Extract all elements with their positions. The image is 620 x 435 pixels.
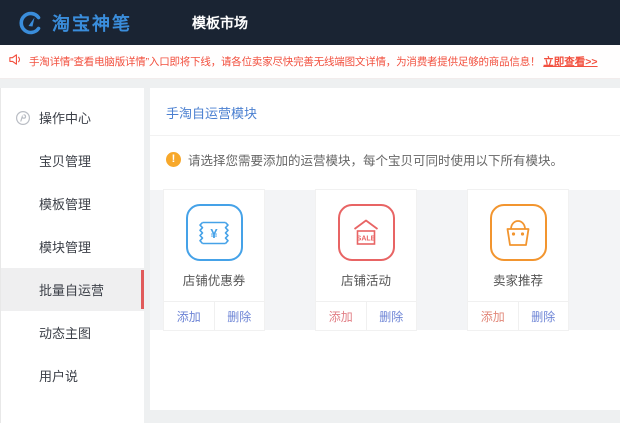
sidebar-item-label: 操作中心 — [39, 108, 91, 127]
coupon-icon: ¥ — [186, 204, 243, 261]
card-actions: 添加 删除 — [316, 301, 416, 330]
sidebar-item-dynamic-main-image[interactable]: 动态主图 — [1, 311, 144, 354]
sidebar-item-label: 模块管理 — [39, 237, 91, 256]
sidebar: 操作中心 宝贝管理 模板管理 模块管理 批量自运营 动态主图 用户说 — [0, 88, 144, 423]
sidebar-item-label: 用户说 — [39, 366, 78, 385]
notice-link[interactable]: 立即查看>> — [543, 54, 597, 69]
sidebar-item-item-management[interactable]: 宝贝管理 — [1, 139, 144, 182]
sale-sign-icon: SALE — [338, 204, 395, 261]
module-name: 店铺活动 — [341, 270, 391, 289]
module-card-shop-coupon: ¥ 店铺优惠券 添加 删除 — [164, 190, 264, 330]
taobao-shenbi-logo-icon — [18, 10, 44, 36]
notice-bar: 手淘详情“查看电脑版详情”入口即将下线，请各位卖家尽快完善无线端图文详情，为消费… — [0, 45, 620, 79]
sidebar-item-template-management[interactable]: 模板管理 — [1, 182, 144, 225]
sidebar-item-user-voice[interactable]: 用户说 — [1, 354, 144, 397]
shopping-basket-icon — [490, 204, 547, 261]
page-title: 手淘自运营模块 — [150, 88, 620, 136]
warning-circle-icon — [166, 152, 181, 167]
card-actions: 添加 删除 — [164, 301, 264, 330]
info-text: 请选择您需要添加的运营模块，每个宝贝可同时使用以下所有模块。 — [188, 150, 563, 169]
sidebar-item-batch-self-operation[interactable]: 批量自运营 — [1, 268, 144, 311]
app-header: 淘宝神笔 模板市场 — [0, 0, 620, 45]
delete-button[interactable]: 删除 — [367, 302, 417, 330]
main-panel: 手淘自运营模块 请选择您需要添加的运营模块，每个宝贝可同时使用以下所有模块。 ¥ — [150, 88, 620, 410]
add-button[interactable]: 添加 — [164, 302, 215, 330]
top-nav: 模板市场 — [192, 13, 248, 33]
notice-text: 手淘详情“查看电脑版详情”入口即将下线，请各位卖家尽快完善无线端图文详情，为消费… — [29, 54, 540, 69]
module-name: 店铺优惠券 — [183, 270, 246, 289]
module-name: 卖家推荐 — [493, 270, 543, 289]
info-row: 请选择您需要添加的运营模块，每个宝贝可同时使用以下所有模块。 — [166, 150, 620, 169]
add-button[interactable]: 添加 — [468, 302, 519, 330]
delete-button[interactable]: 删除 — [519, 302, 569, 330]
sidebar-item-label: 宝贝管理 — [39, 151, 91, 170]
module-card-shop-activity: SALE 店铺活动 添加 删除 — [316, 190, 416, 330]
module-card-seller-recommendation: 卖家推荐 添加 删除 — [468, 190, 568, 330]
sidebar-item-operation-center[interactable]: 操作中心 — [1, 96, 144, 139]
sidebar-item-label: 模板管理 — [39, 194, 91, 213]
speaker-icon — [8, 52, 29, 72]
app-logo[interactable]: 淘宝神笔 — [18, 10, 132, 36]
svg-text:¥: ¥ — [210, 226, 218, 241]
nav-template-market[interactable]: 模板市场 — [192, 15, 248, 31]
add-button[interactable]: 添加 — [316, 302, 367, 330]
app-title: 淘宝神笔 — [52, 10, 132, 36]
delete-button[interactable]: 删除 — [215, 302, 265, 330]
app-body: 操作中心 宝贝管理 模板管理 模块管理 批量自运营 动态主图 用户说 手淘自运营… — [0, 79, 620, 423]
sidebar-item-module-management[interactable]: 模块管理 — [1, 225, 144, 268]
module-cards-section: ¥ 店铺优惠券 添加 删除 SALE 店铺活动 — [150, 190, 620, 330]
card-actions: 添加 删除 — [468, 301, 568, 330]
sidebar-item-label: 批量自运营 — [39, 280, 104, 299]
gear-circle-icon — [15, 110, 31, 129]
svg-text:SALE: SALE — [357, 235, 376, 242]
sidebar-item-label: 动态主图 — [39, 323, 91, 342]
